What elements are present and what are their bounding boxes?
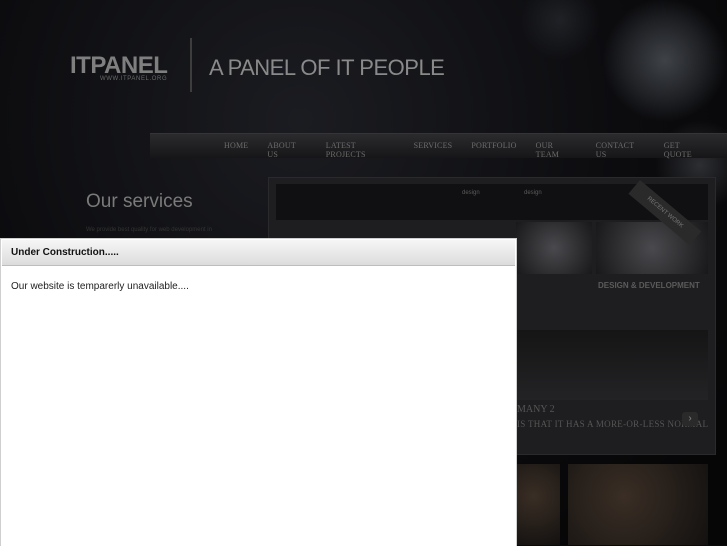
nav-item-contact-us[interactable]: CONTACT US <box>596 141 645 159</box>
dialog-message: Our website is temparerly unavailable...… <box>11 281 189 292</box>
services-title: Our services <box>86 191 193 212</box>
nav-item-latest-projects[interactable]: LATEST PROJECTS <box>326 141 395 159</box>
nav-item-services[interactable]: SERVICES <box>414 141 453 159</box>
gallery-image-1[interactable] <box>516 464 560 545</box>
nav-item-get-quote[interactable]: GET QUOTE <box>664 141 708 159</box>
nav-item-portfolio[interactable]: PORTFOLIO <box>471 141 516 159</box>
dialog-title: Under Construction..... <box>11 247 119 258</box>
site-logo-url: WWW.ITPANEL.ORG <box>100 76 168 82</box>
portfolio-strip <box>516 330 708 400</box>
nav-item-home[interactable]: HOME <box>224 141 248 159</box>
under-construction-dialog: Under Construction..... Our website is t… <box>0 238 517 546</box>
main-nav: HOME ABOUT US LATEST PROJECTS SERVICES P… <box>224 141 727 159</box>
nav-item-about-us[interactable]: ABOUT US <box>267 141 306 159</box>
design-tag-2[interactable]: design <box>506 187 542 199</box>
design-tag-1[interactable]: design <box>444 187 480 199</box>
nav-item-our-team[interactable]: OUR TEAM <box>536 141 577 159</box>
chevron-right-icon[interactable]: › <box>682 412 698 426</box>
company-heading: MANY 2 <box>517 404 555 415</box>
gallery-image-2[interactable] <box>568 464 708 545</box>
header-divider <box>190 38 192 92</box>
portfolio-thumb-1[interactable] <box>516 222 592 274</box>
services-intro: We provide best quality for web developm… <box>86 227 212 233</box>
design-development-label: DESIGN & DEVELOPMENT <box>598 281 700 290</box>
company-subtext: IS THAT IT HAS A MORE-OR-LESS NORMAL <box>517 419 709 429</box>
site-tagline: A PANEL OF IT PEOPLE <box>209 55 445 80</box>
